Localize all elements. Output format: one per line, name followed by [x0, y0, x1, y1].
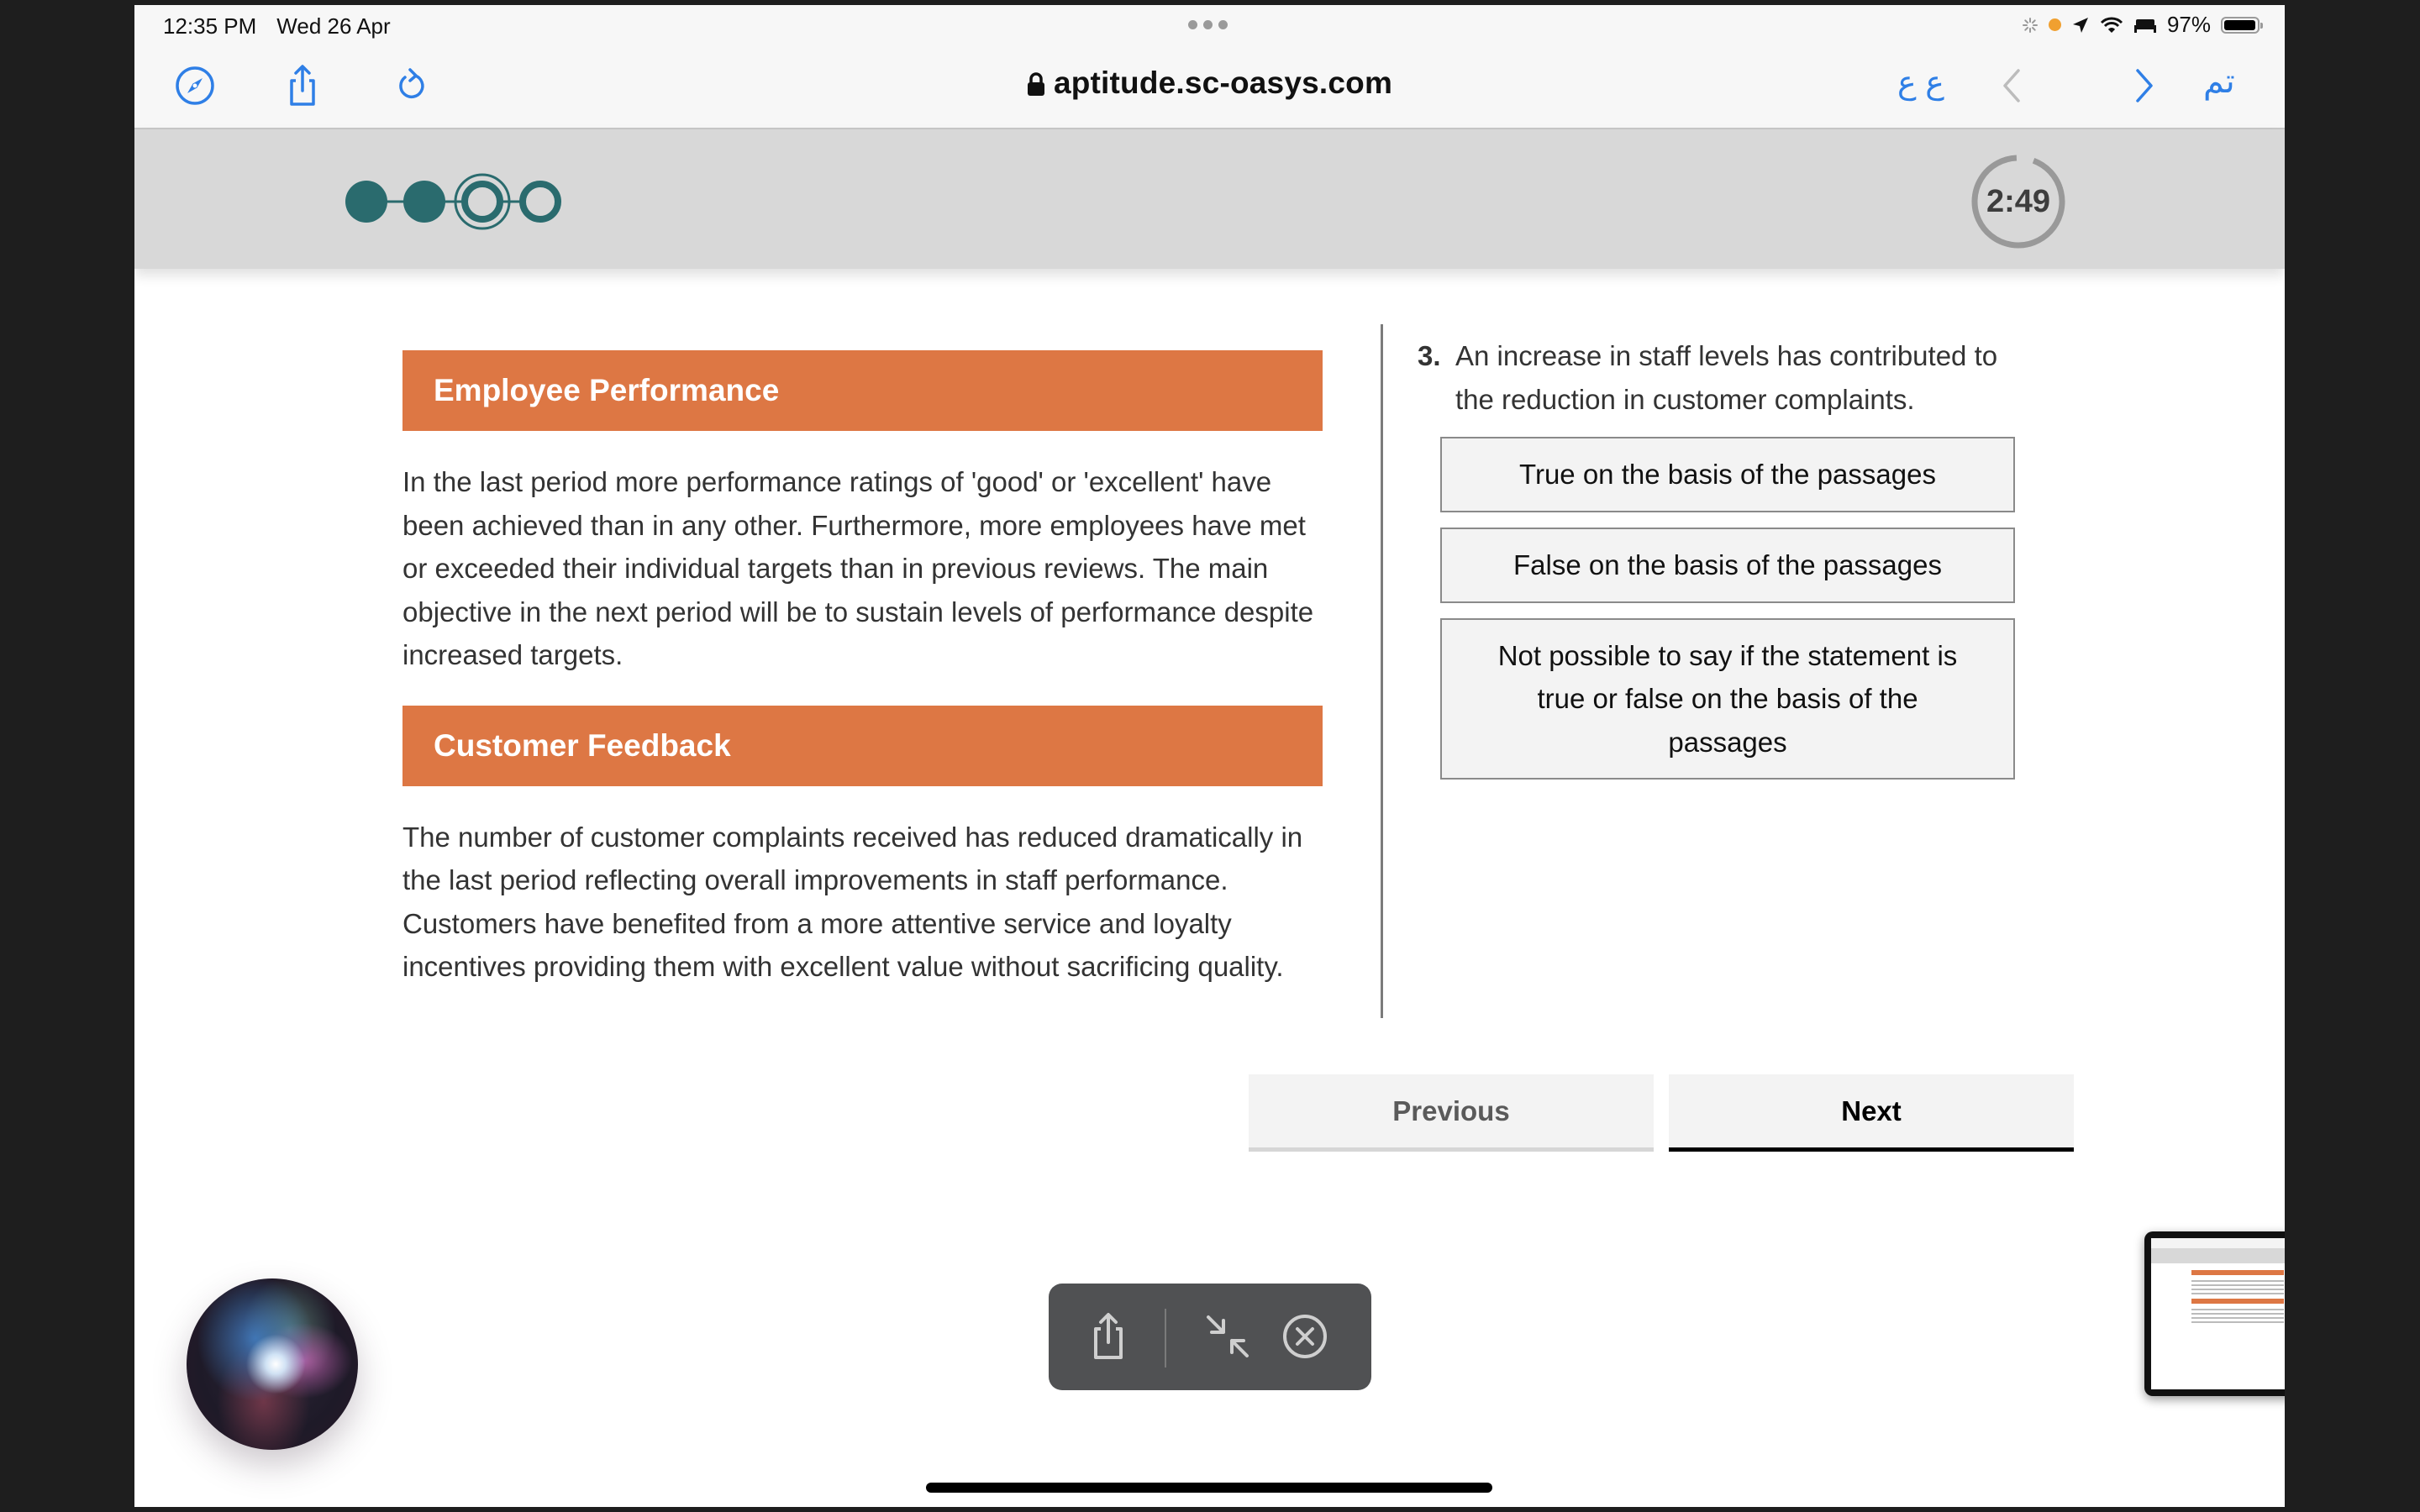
- answer-option-label: True on the basis of the passages: [1519, 459, 1936, 491]
- passage-text-employee-performance: In the last period more performance rati…: [402, 466, 1314, 670]
- toolbar-separator: [1165, 1309, 1166, 1368]
- text-size-label: ع ع: [1897, 66, 1944, 101]
- passages-column: Employee Performance In the last period …: [402, 350, 1323, 1017]
- url-text: aptitude.sc-oasys.com: [1053, 66, 1393, 100]
- question-number: 3.: [1418, 340, 1441, 371]
- progress-steps: [345, 173, 561, 230]
- siri-orb[interactable]: [187, 1278, 358, 1450]
- answer-option-label: False on the basis of the passages: [1513, 549, 1942, 581]
- screenshot-thumbnail[interactable]: [2144, 1231, 2285, 1396]
- forward-chevron-icon[interactable]: [2121, 64, 2165, 108]
- screenshot-toolbar: [1049, 1284, 1371, 1390]
- next-button[interactable]: Next: [1669, 1074, 2074, 1152]
- timer-text: 2:49: [1986, 184, 2051, 219]
- progress-step-pending: [519, 181, 561, 223]
- passage-text-customer-feedback: The number of customer complaints receiv…: [402, 821, 1303, 983]
- status-date: Wed 26 Apr: [276, 13, 391, 39]
- column-divider: [1381, 324, 1383, 1018]
- progress-step-completed: [403, 181, 445, 223]
- location-arrow-icon: [2072, 17, 2088, 33]
- text-size-button[interactable]: ع ع: [1897, 64, 1944, 102]
- test-progress-header: 2:49: [134, 129, 2285, 269]
- status-time: 12:35 PM: [163, 13, 257, 39]
- minimize-arrows-icon[interactable]: [1200, 1309, 1255, 1364]
- share-icon[interactable]: [1081, 1309, 1136, 1364]
- home-indicator[interactable]: [926, 1483, 1492, 1493]
- done-label: تم: [2203, 63, 2235, 100]
- back-chevron-icon[interactable]: [1991, 64, 2035, 108]
- close-circle-icon[interactable]: [1277, 1309, 1333, 1364]
- battery-icon: [2221, 16, 2263, 34]
- countdown-timer: 2:49: [1970, 153, 2067, 250]
- battery-percent: 97%: [2166, 12, 2211, 37]
- status-bar: 12:35 PM Wed 26 Apr 97%: [134, 5, 2285, 44]
- sleep-focus-icon: [2133, 18, 2156, 33]
- multitasking-dots[interactable]: [1188, 20, 1228, 29]
- done-button[interactable]: تم: [2203, 62, 2235, 101]
- answer-option-label: Not possible to say if the statement is …: [1497, 639, 1958, 758]
- answer-option-cannot-say[interactable]: Not possible to say if the statement is …: [1440, 618, 2015, 780]
- answer-option-false[interactable]: False on the basis of the passages: [1440, 528, 2015, 603]
- recording-indicator-dot: [2048, 18, 2061, 31]
- progress-step-completed: [345, 181, 387, 223]
- passage-heading-employee-performance: Employee Performance: [402, 350, 1323, 431]
- screenshot-thumbnail-preview: [2151, 1238, 2285, 1389]
- answer-option-true[interactable]: True on the basis of the passages: [1440, 437, 2015, 512]
- lock-icon: [1027, 72, 1044, 96]
- question-text: An increase in staff levels has contribu…: [1455, 340, 1998, 415]
- browser-toolbar: aptitude.sc-oasys.com ع ع تم: [134, 44, 2285, 129]
- loading-spinner-icon: [2022, 17, 2038, 33]
- wifi-icon: [2100, 17, 2123, 33]
- progress-step-current: [461, 181, 503, 223]
- ipad-screen: 12:35 PM Wed 26 Apr 97% aptitude.sc-oasy…: [134, 5, 2285, 1507]
- question-prompt: 3. An increase in staff levels has contr…: [1418, 334, 2023, 421]
- address-bar[interactable]: aptitude.sc-oasys.com: [134, 66, 2285, 101]
- passage-heading-customer-feedback: Customer Feedback: [402, 705, 1323, 786]
- previous-button[interactable]: Previous: [1249, 1074, 1654, 1152]
